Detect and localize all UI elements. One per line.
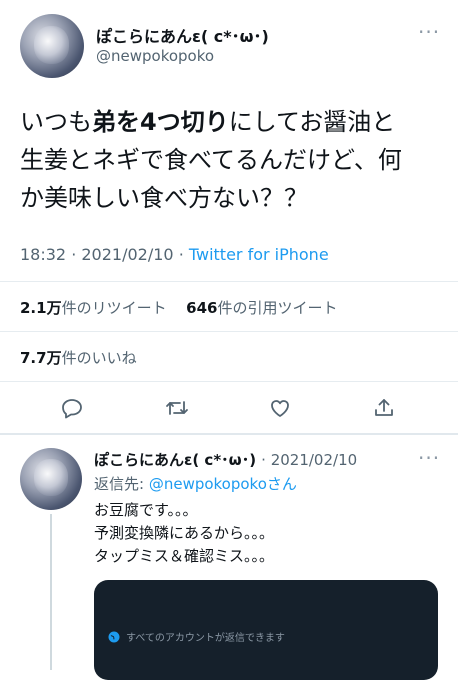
reply-header: ぽこらにあんε( c*･ω･) · 2021/02/10 bbox=[94, 451, 358, 469]
reply-line-3: タップミス＆確認ミス。。。 bbox=[94, 547, 275, 565]
reply-date[interactable]: 2021/02/10 bbox=[271, 451, 357, 469]
reply-more-dots-icon[interactable]: ··· bbox=[418, 448, 440, 468]
divider bbox=[0, 433, 458, 435]
divider bbox=[0, 381, 458, 382]
replying-to-handle[interactable]: @newpokopoko bbox=[149, 475, 267, 493]
stats-row-likes: 7.7万件のいいね bbox=[20, 347, 137, 368]
share-icon[interactable] bbox=[372, 396, 396, 424]
divider bbox=[0, 331, 458, 332]
tweet-line-2: 生姜とネギで食べてるんだけど、何 bbox=[20, 146, 402, 174]
reply-avatar[interactable] bbox=[20, 448, 82, 510]
author-avatar[interactable] bbox=[20, 14, 84, 78]
tweet-emphasis: 弟を4つ切り bbox=[92, 108, 229, 136]
thread-line bbox=[50, 514, 52, 670]
tweet-line-1: いつも弟を4つ切りにしてお醤油と bbox=[20, 108, 396, 136]
tweet-line-3: か美味しい食べ方ない？？ bbox=[20, 184, 308, 212]
author-handle[interactable]: @newpokopoko bbox=[96, 47, 214, 65]
divider bbox=[0, 281, 458, 282]
likes-stat[interactable]: 7.7万件のいいね bbox=[20, 349, 137, 367]
tweet-source[interactable]: Twitter for iPhone bbox=[189, 245, 329, 264]
quotes-stat[interactable]: 646件の引用ツイート bbox=[186, 299, 337, 317]
tweet-time[interactable]: 18:32 bbox=[20, 245, 66, 264]
reply-icon[interactable] bbox=[60, 396, 84, 424]
reply-permission-notice: すべてのアカウントが返信できます bbox=[126, 633, 285, 644]
author-name[interactable]: ぽこらにあんε( c*･ω･) bbox=[96, 23, 269, 47]
globe-icon bbox=[108, 628, 120, 647]
reply-text: お豆腐です。。。 予測変換隣にあるから。。。 タップミス＆確認ミス。。。 bbox=[94, 499, 274, 568]
tweet-date[interactable]: 2021/02/10 bbox=[81, 245, 173, 264]
replying-to: 返信先: @newpokopokoさん bbox=[94, 475, 297, 493]
reply-author-name[interactable]: ぽこらにあんε( c*･ω･) bbox=[94, 451, 256, 469]
like-icon[interactable] bbox=[268, 396, 292, 424]
stats-row-retweets: 2.1万件のリツイート 646件の引用ツイート bbox=[20, 297, 337, 318]
retweet-icon[interactable] bbox=[165, 396, 189, 424]
reply-line-1: お豆腐です。。。 bbox=[94, 501, 198, 519]
retweets-stat[interactable]: 2.1万件のリツイート bbox=[20, 299, 167, 317]
reply-line-2: 予測変換隣にあるから。。。 bbox=[94, 524, 275, 542]
tweet-text: いつも弟を4つ切りにしてお醤油と 生姜とネギで食べてるんだけど、何 か美味しい食… bbox=[20, 103, 402, 217]
more-dots-icon[interactable]: ··· bbox=[418, 22, 440, 42]
tweet-meta: 18:32 · 2021/02/10 · Twitter for iPhone bbox=[20, 245, 329, 264]
embedded-image[interactable]: すべてのアカウントが返信できます bbox=[94, 580, 438, 680]
